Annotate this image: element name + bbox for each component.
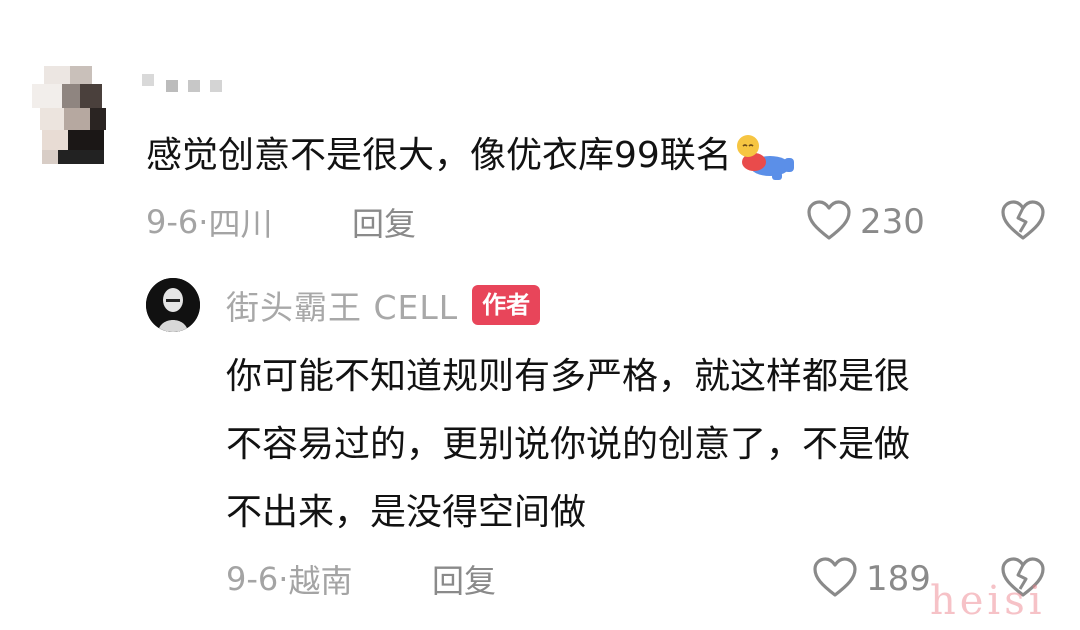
comment-location: 四川 (208, 205, 273, 243)
comment-text-content: 感觉创意不是很大，像优衣库99联名 (146, 135, 732, 176)
reply-date: 9-6 (226, 560, 279, 598)
like-count: 189 (866, 559, 931, 599)
dislike-button[interactable] (998, 196, 1048, 248)
meta-separator: · (278, 560, 289, 598)
like-count: 230 (860, 202, 925, 242)
broken-heart-icon (1000, 199, 1046, 245)
username[interactable] (140, 60, 230, 110)
reply-location: 越南 (288, 562, 353, 600)
watermark: heisi (930, 578, 1046, 624)
reply-text-line: 不容易过的，更别说你说的创意了，不是做 (226, 424, 911, 465)
reply-avatar[interactable] (146, 278, 200, 332)
reply-reply-button[interactable]: 回复 (432, 555, 496, 603)
reply-text: 你可能不知道规则有多严格，就这样都是很 不容易过的，更别说你说的创意了，不是做 … (226, 343, 1026, 547)
reply-text-line: 你可能不知道规则有多严格，就这样都是很 (226, 356, 911, 397)
reply-button-label: 回复 (432, 562, 497, 600)
reply-like-button[interactable]: 189 (812, 553, 931, 605)
avatar[interactable] (22, 58, 122, 168)
sleeping-kid-emoji-icon (734, 132, 796, 182)
heart-outline-icon (812, 556, 858, 602)
reply-meta: 9-6 · 越南 (226, 555, 352, 603)
meta-separator: · (198, 203, 209, 241)
comment-thread: 感觉创意不是很大，像优衣库99联名 9-6 · 四川 回复 230 街头霸王 C… (0, 0, 1080, 630)
reply-header: 街头霸王 CELL 作者 (226, 280, 541, 330)
author-badge: 作者 (472, 285, 541, 325)
comment-text: 感觉创意不是很大，像优衣库99联名 (146, 128, 796, 184)
reply-button-label: 回复 (352, 205, 417, 243)
reply-button[interactable]: 回复 (352, 198, 416, 246)
heart-outline-icon (806, 199, 852, 245)
like-button[interactable]: 230 (806, 196, 925, 248)
reply-text-line: 不出来，是没得空间做 (226, 492, 587, 533)
reply-username[interactable]: 街头霸王 CELL (226, 281, 458, 329)
comment-date: 9-6 (146, 203, 199, 241)
comment-meta: 9-6 · 四川 (146, 198, 272, 246)
